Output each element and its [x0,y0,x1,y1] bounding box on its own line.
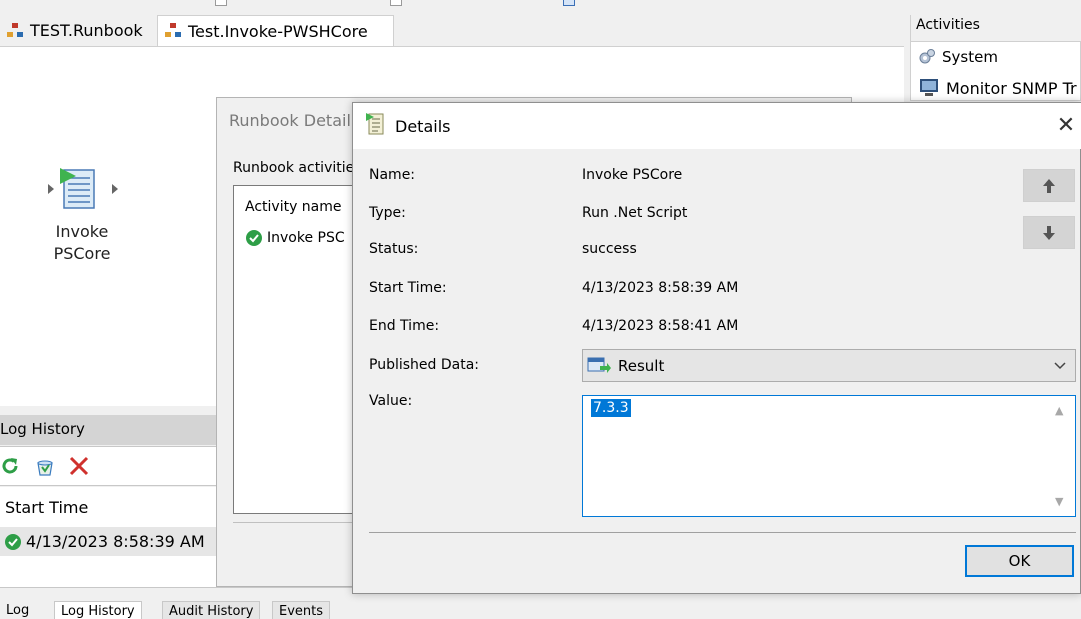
details-icon [366,113,384,135]
scroll-up-icon[interactable]: ▲ [1055,404,1063,417]
monitor-icon [920,79,938,96]
start-time-label: Start Time: [369,280,447,296]
input-arrow-icon[interactable] [48,184,54,194]
previous-button[interactable] [1023,169,1075,202]
gears-icon [919,49,935,64]
success-check-icon [246,230,262,246]
ok-button[interactable]: OK [965,545,1074,577]
dialog-title: Details [395,117,451,136]
toolbar-button-icon[interactable] [563,0,575,6]
value-textarea[interactable] [582,395,1076,517]
clear-log-icon[interactable] [34,455,56,477]
activity-label[interactable]: Invoke PSCore [30,221,134,265]
status-value: success [582,241,637,257]
tab-test-invoke-pwshcore[interactable]: Test.Invoke-PWSHCore [157,15,394,46]
tab-events[interactable]: Events [272,601,331,619]
runbook-icon [165,23,181,39]
start-time-value: 4/13/2023 8:58:39 AM [582,280,739,296]
activity-category-system[interactable]: System [918,42,998,72]
success-check-icon [5,533,21,550]
refresh-icon[interactable] [0,456,20,476]
tab-test-runbook[interactable]: TEST.Runbook [0,15,157,46]
table-row[interactable]: 4/13/2023 8:58:39 AM [0,527,216,556]
toolbar-button-icon[interactable] [215,0,227,6]
status-label: Status: [369,241,419,257]
log-history-header: Log History [0,415,216,445]
runbook-activities-label: Runbook activitie [233,160,355,176]
chevron-down-icon [1054,362,1066,370]
tab-label: Test.Invoke-PWSHCore [188,21,368,41]
script-activity-icon[interactable] [58,166,100,214]
log-history-toolbar [0,446,216,486]
type-label: Type: [369,205,406,221]
list-item[interactable]: Invoke PSC [245,229,345,247]
output-arrow-icon[interactable] [112,184,118,194]
tab-label: TEST.Runbook [30,21,143,40]
type-value: Run .Net Script [582,205,688,221]
log-column-start-time[interactable]: Start Time [5,498,88,517]
delete-icon[interactable] [68,456,90,476]
published-data-label: Published Data: [369,357,479,373]
arrow-up-icon [1043,178,1055,193]
value-text[interactable]: 7.3.3 [591,399,631,417]
published-data-select[interactable]: Result [582,349,1076,382]
details-dialog [352,102,1081,594]
dialog-titlebar [353,103,1081,149]
next-button[interactable] [1023,216,1075,249]
runbook-icon [7,22,23,39]
name-label: Name: [369,167,416,183]
arrow-down-icon [1043,225,1055,240]
end-time-label: End Time: [369,318,440,334]
activities-pane-title: Activities [910,15,1081,41]
tab-audit-history[interactable]: Audit History [162,601,261,619]
tab-log-history[interactable]: Log History [54,601,142,619]
end-time-value: 4/13/2023 8:58:41 AM [582,318,739,334]
runbook-details-title: Runbook Detail [229,111,351,130]
toolbar [0,0,1081,14]
activity-name-column[interactable]: Activity name [245,199,342,215]
name-value: Invoke PSCore [582,167,683,183]
close-icon[interactable]: ✕ [1052,112,1080,140]
toolbar-button-icon[interactable] [390,0,402,6]
tab-log[interactable]: Log [0,601,35,619]
result-data-icon [587,357,611,373]
scroll-down-icon[interactable]: ▼ [1055,495,1063,508]
activity-item-monitor-snmp[interactable]: Monitor SNMP Tr [918,73,1077,103]
value-label: Value: [369,393,413,409]
divider [369,532,1076,533]
